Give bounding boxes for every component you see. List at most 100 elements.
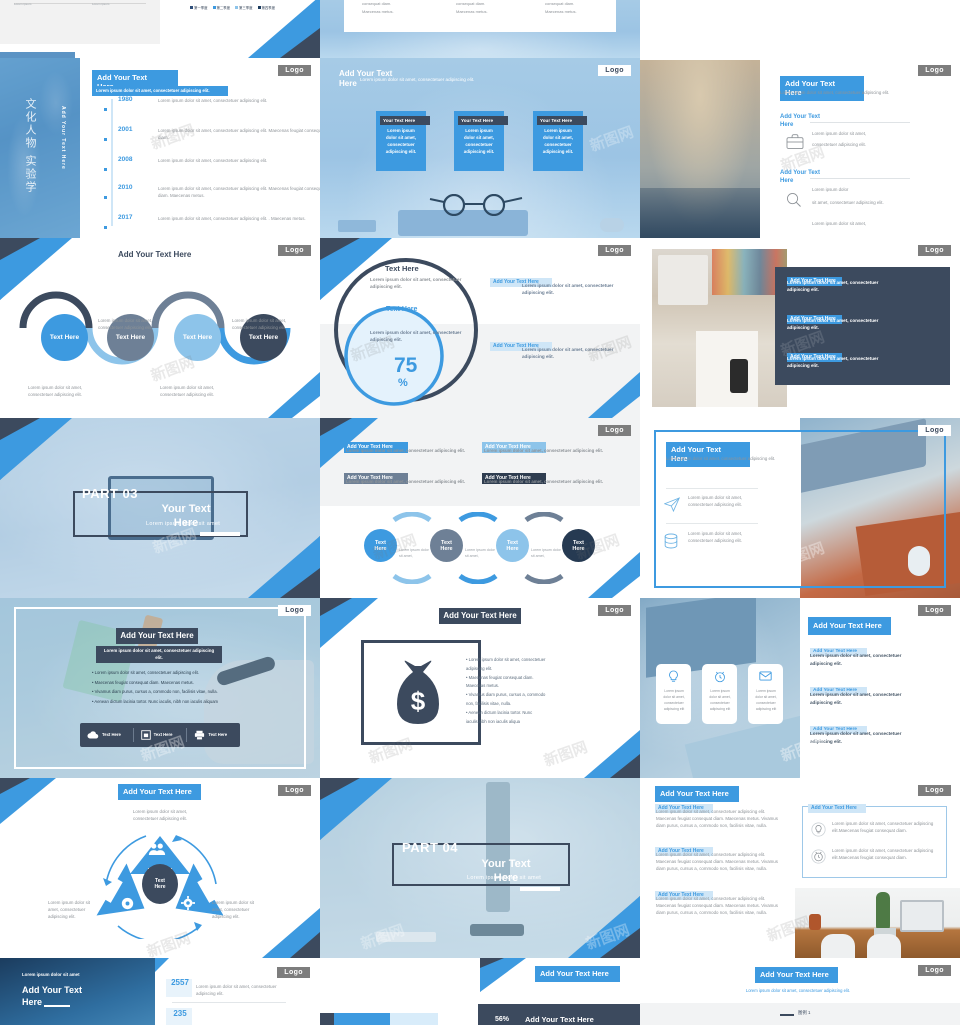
alarm-clock-icon xyxy=(811,849,826,864)
phone-icon xyxy=(121,897,134,910)
slide-thumb-partial-columns[interactable]: consequat diam. Maecenas metus. consequa… xyxy=(320,0,640,58)
envelope-icon xyxy=(759,671,772,681)
slide-thumb-triangle-cycle[interactable]: Logo Add Your Text Here Lorem ipsum dolo… xyxy=(0,778,320,958)
card[interactable]: Your Text Here Lorem ipsum dolor sit ame… xyxy=(454,111,508,171)
slide-thumb-partial-title[interactable]: Logo Add Your Text Here Lorem ipsum dolo… xyxy=(640,958,960,1025)
logo-badge: Logo xyxy=(278,65,311,76)
money-bag-icon: $ xyxy=(397,660,439,724)
card-heading: Your Text Here xyxy=(537,116,587,125)
bullet-list: • Lorem ipsum dolor sit amet, consectetu… xyxy=(92,670,219,704)
slide-thumb-partial-chart[interactable]: Lorem ipsum Lorem ipsum 第一季度 第二季度 第三季度 第… xyxy=(0,0,320,58)
database-icon xyxy=(664,533,678,549)
card-heading: Your Text Here xyxy=(380,116,430,125)
slide-thumb-icon-list[interactable]: Logo Add Your Text Here Lorem ipsum dolo… xyxy=(640,58,960,238)
slide-title: Add Your Text Here xyxy=(118,784,201,800)
slide-thumb-money-bag[interactable]: Logo Add Your Text Here $ • Lorem ipsum … xyxy=(320,598,640,778)
panel-body: Lorem ipsum dolor sit amet, consectetuer… xyxy=(787,356,879,369)
slide-thumb-timeline[interactable]: 文化人物 实验学 Add Your Text Here Logo Add You… xyxy=(0,58,320,238)
logo-badge: Logo xyxy=(598,425,631,436)
slide-subtitle: Lorem ipsum dolor sit amet, consectetuer… xyxy=(92,86,228,96)
corner-decoration-blue xyxy=(268,372,320,418)
wave-caption: Lorem ipsum dolor sit amet, consectetuer… xyxy=(98,318,153,330)
slide-subtitle: Lorem ipsum dolor sit amet xyxy=(146,521,221,527)
slide-subtitle: Lorem ipsum dolor sit amet xyxy=(467,875,542,881)
inner-heading: Text Here xyxy=(386,306,418,313)
logo-badge: Logo xyxy=(598,245,631,256)
cycle-node[interactable]: Text Here xyxy=(562,529,595,562)
node-caption: Lorem ipsum dolor sit amet, consectetuer… xyxy=(48,900,90,919)
watermark: 新图网 xyxy=(541,738,590,771)
stat-value: 235 xyxy=(173,1009,187,1018)
logo-badge: Logo xyxy=(918,65,951,76)
alarm-clock-icon xyxy=(715,671,725,683)
card-body: Lorem ipsum dolor sit amet, consectetuer… xyxy=(463,128,495,155)
wave-caption: Lorem ipsum dolor sit amet, consectetuer… xyxy=(160,385,215,397)
slide-thumb-part-04[interactable]: PART 04 Your Text Here Lorem ipsum dolor… xyxy=(320,778,640,958)
connector-caption: Lorem ipsum dolor sit amet, xyxy=(465,548,495,558)
slide-title: Add Your Text Here xyxy=(655,786,739,802)
row-text: Lorem ipsum dolor sit amet, consectetuer… xyxy=(688,531,743,543)
card[interactable]: Your Text Here Lorem ipsum dolor sit ame… xyxy=(533,111,587,171)
connector-caption: Lorem ipsum dolor sit amet, xyxy=(399,548,429,558)
cycle-node[interactable]: Text Here xyxy=(496,529,529,562)
logo-badge: Logo xyxy=(918,605,951,616)
stat-value: 2557 xyxy=(171,978,189,987)
slide-thumb-part-03[interactable]: PART 03 Your Text Here Lorem ipsum dolor… xyxy=(0,418,320,598)
slide-grid: Lorem ipsum Lorem ipsum 第一季度 第二季度 第三季度 第… xyxy=(0,0,960,1025)
glasses-icon xyxy=(429,194,523,216)
chart-legend: 第一季度 第二季度 第三季度 第四季度 xyxy=(190,5,275,10)
slide-title: Add Your Text Here xyxy=(116,628,198,645)
side-chinese-text: 文化人物 实验学 xyxy=(24,98,36,195)
bullet-list: • Lorem ipsum dolor sit amet, consectetu… xyxy=(466,657,546,724)
logo-badge: Logo xyxy=(918,245,951,256)
slide-thumb-laptop-cards[interactable]: Logo Lorem ipsum dolor sit amet, consect… xyxy=(640,598,960,778)
card[interactable]: Your Text Here Lorem ipsum dolor sit ame… xyxy=(376,111,430,171)
footer-item[interactable]: Text Here xyxy=(134,730,187,740)
monitor-icon xyxy=(140,730,151,740)
wave-caption: Lorem ipsum dolor sit amet, consectetuer… xyxy=(28,385,83,397)
timeline-item: 1980 Lorem ipsum dolor sit amet, consect… xyxy=(104,96,267,116)
footer-item[interactable]: Text Here xyxy=(80,730,133,740)
floating-card[interactable]: Lorem ipsum dolor sit amet, consectetuer… xyxy=(702,664,737,724)
wave-node[interactable]: Text Here xyxy=(174,314,221,361)
slide-thumb-partial-blank[interactable] xyxy=(640,0,960,58)
info-panel xyxy=(802,806,947,878)
briefcase-icon xyxy=(786,134,804,149)
slide-thumb-wave-process[interactable]: Logo Add Your Text Here Text Here Text H… xyxy=(0,238,320,418)
card-heading: Your Text Here xyxy=(458,116,508,125)
floating-card[interactable]: Lorem ipsum dolor sit amet, consectetuer… xyxy=(656,664,691,724)
slide-thumb-dark-panel[interactable]: Add Your Text Here Lorem ipsum dolor sit… xyxy=(640,238,960,418)
wave-node[interactable]: Text Here xyxy=(41,314,88,361)
timeline-axis xyxy=(111,99,113,226)
slide-title: Add Your Text Here xyxy=(535,966,620,982)
svg-text:$: $ xyxy=(411,686,426,716)
panel-row-text: Lorem ipsum dolor sit amet, consectetuer… xyxy=(832,848,934,860)
slide-thumb-partial-city[interactable]: Lorem ipsum dolor sit amet Add Your Text… xyxy=(0,958,320,1025)
cycle-node[interactable]: Text Here xyxy=(364,529,397,562)
gear-icon xyxy=(181,896,195,910)
lightbulb-icon xyxy=(811,822,826,837)
inner-body: Lorem ipsum dolor sit amet, consectetuer… xyxy=(370,330,462,343)
logo-badge: Logo xyxy=(278,605,311,616)
slide-thumb-keyboard-split[interactable]: Logo Add Your Text Here Lorem ipsum dolo… xyxy=(640,418,960,598)
slide-thumb-partial-percent[interactable]: Logo Add Your Text Here 56% Add Your Tex… xyxy=(320,958,640,1025)
slide-title: Add Your Text Here xyxy=(118,250,192,259)
side-caption: Add Your Text Here xyxy=(60,106,66,170)
slide-subtitle: Lorem ipsum dolor sit amet, consectetuer… xyxy=(666,456,776,461)
photo-background xyxy=(640,60,760,238)
footer-item[interactable]: Text Here xyxy=(187,730,240,740)
paper-plane-icon xyxy=(664,497,680,512)
logo-badge: Logo xyxy=(278,785,311,796)
lightbulb-icon xyxy=(669,670,678,682)
slide-thumb-text-columns[interactable]: Logo Add Your Text Here Add Your Text He… xyxy=(640,778,960,958)
slide-thumb-blocks-chevrons[interactable]: Logo Add Your Text Here Lorem ipsum dolo… xyxy=(320,418,640,598)
logo-badge: Logo xyxy=(278,245,311,256)
timeline-item: 2017 Lorem ipsum dolor sit amet, consect… xyxy=(104,214,306,234)
printer-icon xyxy=(195,730,205,740)
slide-thumb-pen-frame[interactable]: Logo Add Your Text Here Lorem ipsum dolo… xyxy=(0,598,320,778)
cycle-node[interactable]: Text Here xyxy=(430,529,463,562)
floating-card[interactable]: Lorem ipsum dolor sit amet, consectetuer… xyxy=(748,664,783,724)
footer-toolbar[interactable]: Text Here Text Here Text Here xyxy=(80,723,240,747)
slide-thumb-three-cards[interactable]: Logo Add Your Text Here Lorem ipsum dolo… xyxy=(320,58,640,238)
slide-thumb-donut-chart[interactable]: Logo Text Here Lorem ipsum dolor sit ame… xyxy=(320,238,640,418)
